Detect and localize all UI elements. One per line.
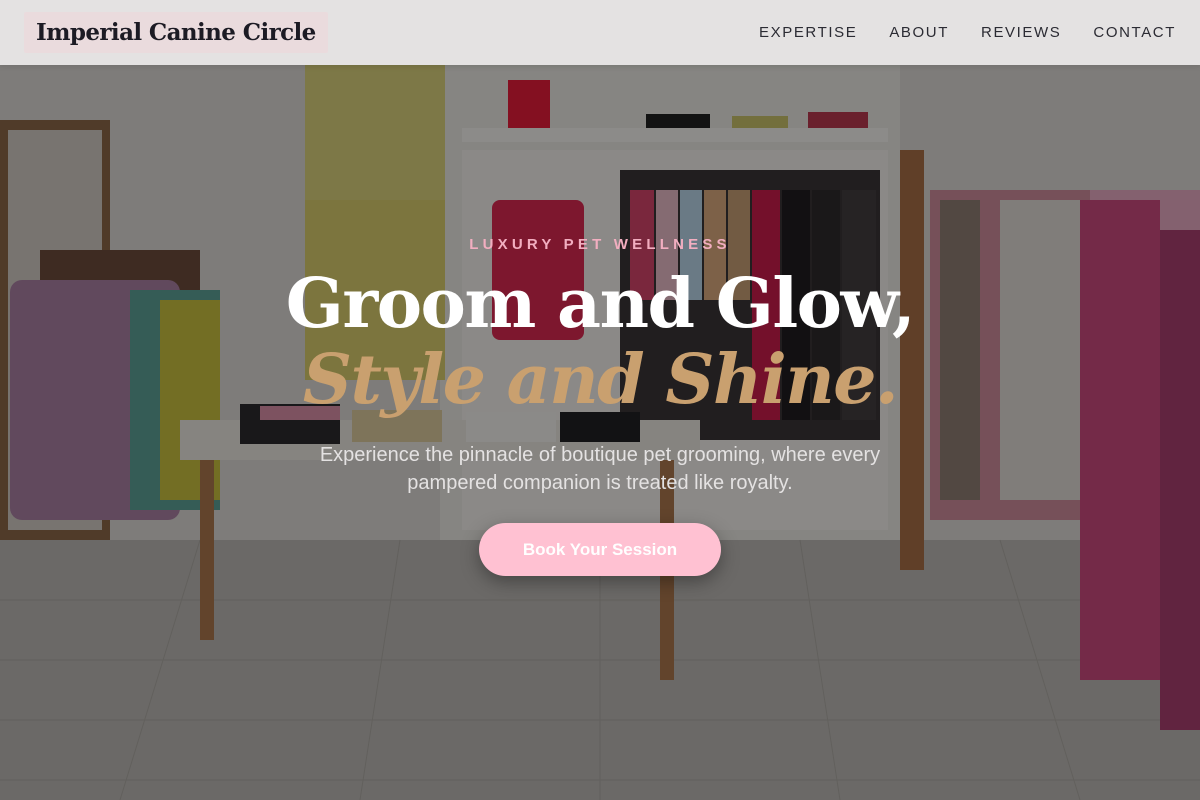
- main-nav: EXPERTISE ABOUT REVIEWS CONTACT: [759, 0, 1176, 65]
- hero-subtext: Experience the pinnacle of boutique pet …: [319, 444, 881, 494]
- nav-link-contact[interactable]: CONTACT: [1093, 24, 1176, 41]
- nav-link-about[interactable]: ABOUT: [889, 24, 949, 41]
- nav-link-expertise[interactable]: EXPERTISE: [759, 24, 857, 41]
- hero-eyebrow: LUXURY PET WELLNESS: [469, 236, 731, 253]
- hero-headline-accent: Style and Shine.: [302, 340, 899, 420]
- book-session-button[interactable]: Book Your Session: [479, 523, 721, 576]
- hero-headline-line1: Groom and Glow,: [285, 264, 916, 344]
- hero-headline: Groom and Glow, Style and Shine.: [0, 270, 1200, 414]
- nav-link-reviews[interactable]: REVIEWS: [981, 24, 1061, 41]
- hero-content: LUXURY PET WELLNESS Groom and Glow, Styl…: [0, 0, 1200, 800]
- hero-section: LUXURY PET WELLNESS Groom and Glow, Styl…: [0, 0, 1200, 800]
- brand-logo[interactable]: Imperial Canine Circle: [24, 12, 328, 53]
- site-header: Imperial Canine Circle EXPERTISE ABOUT R…: [0, 0, 1200, 65]
